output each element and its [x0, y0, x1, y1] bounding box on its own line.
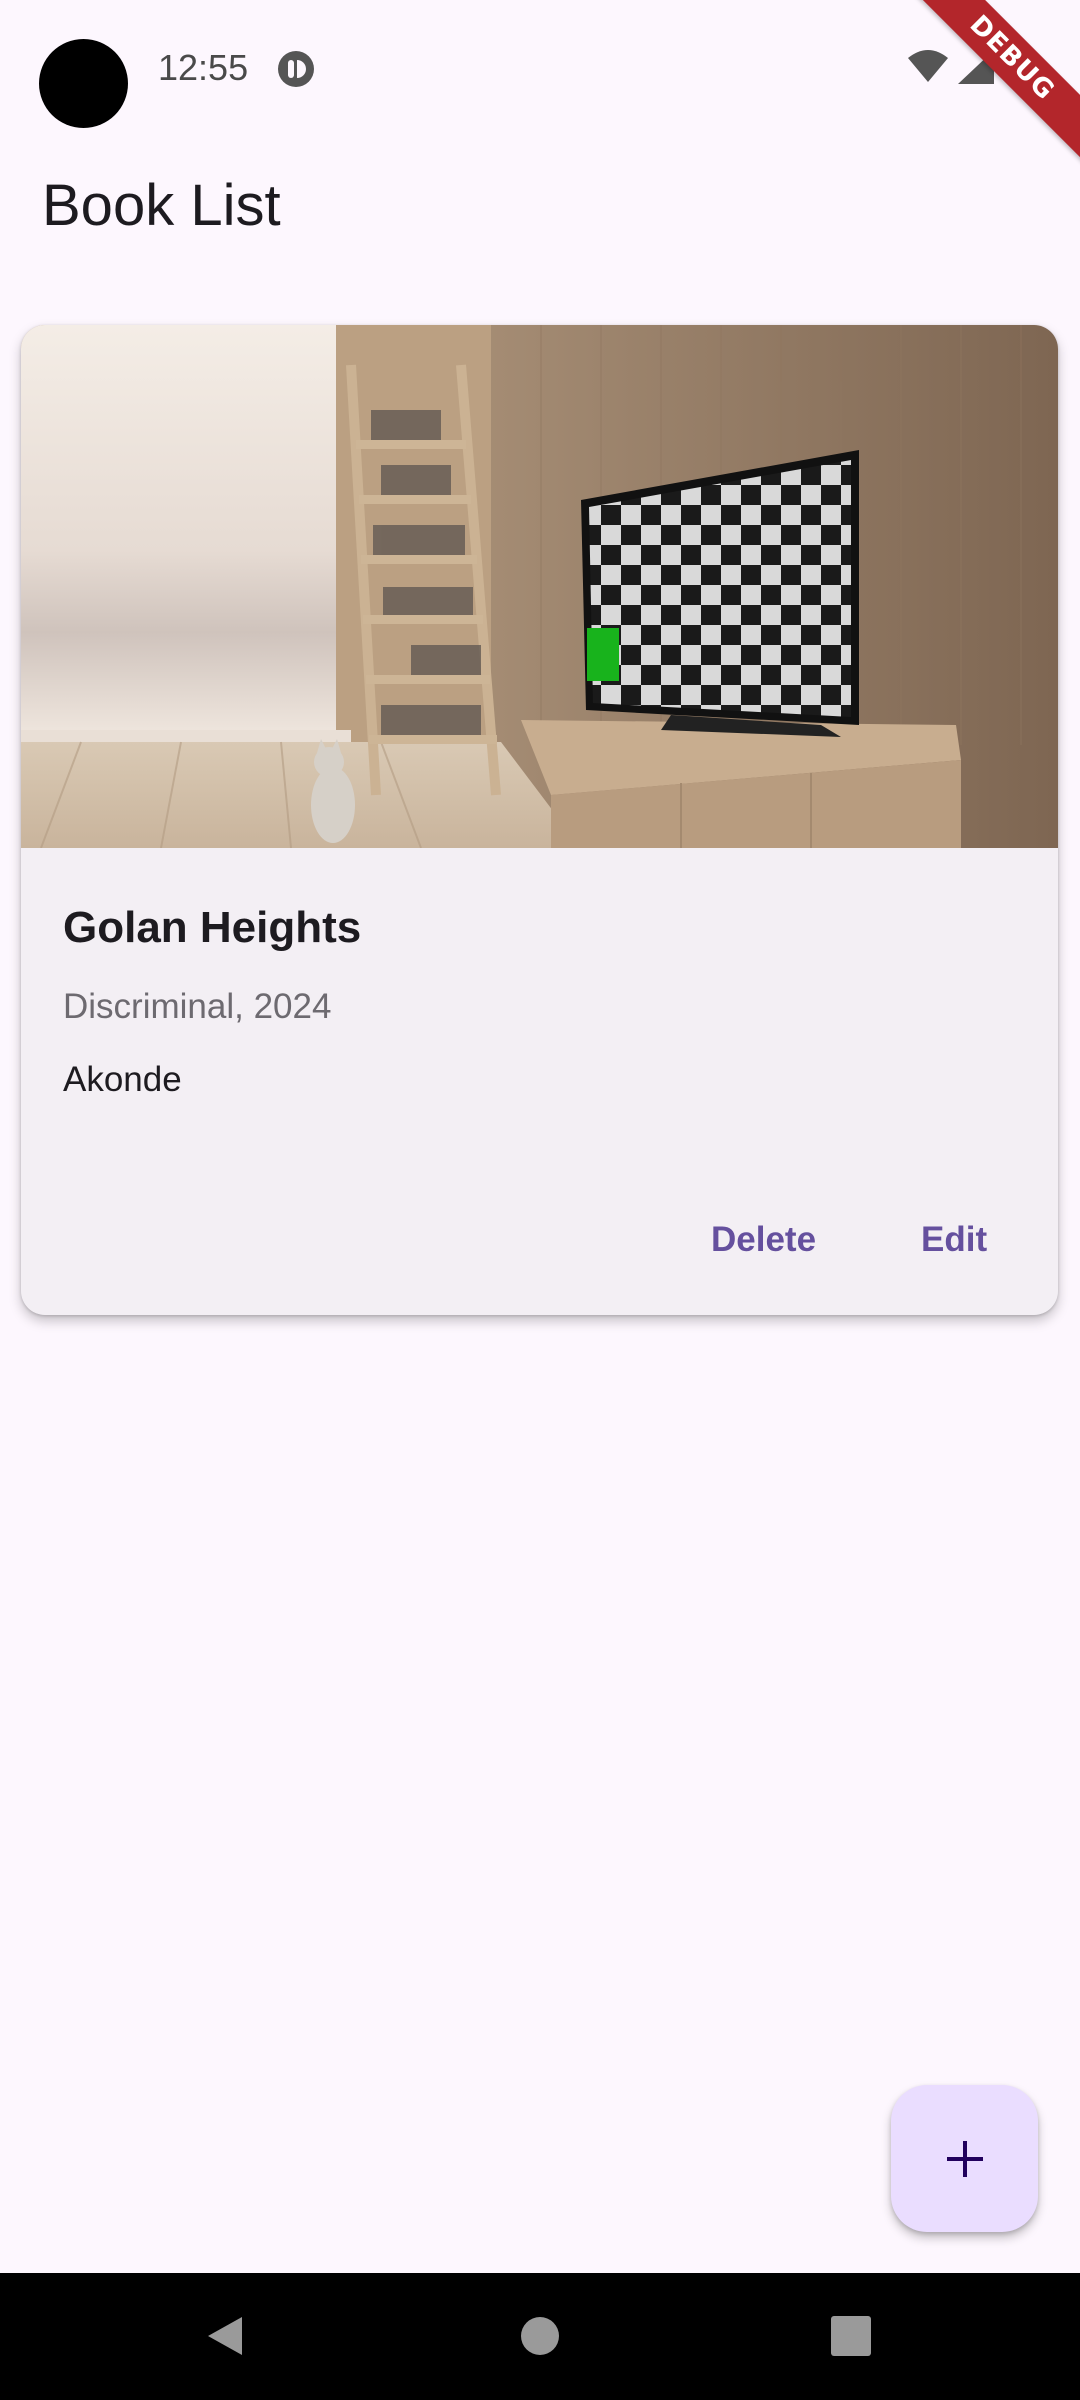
add-icon	[946, 2140, 983, 2177]
nav-home-button[interactable]	[510, 2306, 570, 2366]
app-notification-icon	[278, 51, 314, 87]
back-icon	[208, 2317, 242, 2355]
home-icon	[521, 2317, 559, 2355]
book-title: Golan Heights	[63, 903, 362, 952]
book-description: Akonde	[63, 1060, 182, 1099]
camera-cutout	[39, 39, 128, 128]
screen: 12:55 DEBUG Book List Golan Heights Disc…	[0, 0, 1080, 2400]
add-book-button[interactable]	[891, 2085, 1038, 2232]
nav-back-button[interactable]	[195, 2306, 255, 2366]
navigation-bar	[0, 2273, 1080, 2400]
status-time: 12:55	[158, 47, 249, 88]
app-bar-title: Book List	[42, 173, 281, 238]
wifi-icon	[908, 50, 948, 82]
delete-button[interactable]: Delete	[689, 1205, 838, 1275]
book-card: Golan Heights Discriminal, 2024 Akonde D…	[21, 325, 1058, 1315]
nav-recents-button[interactable]	[821, 2306, 881, 2366]
recents-icon	[831, 2316, 871, 2356]
book-subtitle: Discriminal, 2024	[63, 987, 332, 1026]
edit-button[interactable]: Edit	[899, 1205, 1009, 1275]
book-cover-image	[21, 325, 1058, 848]
status-bar: 12:55 DEBUG	[0, 0, 1080, 166]
